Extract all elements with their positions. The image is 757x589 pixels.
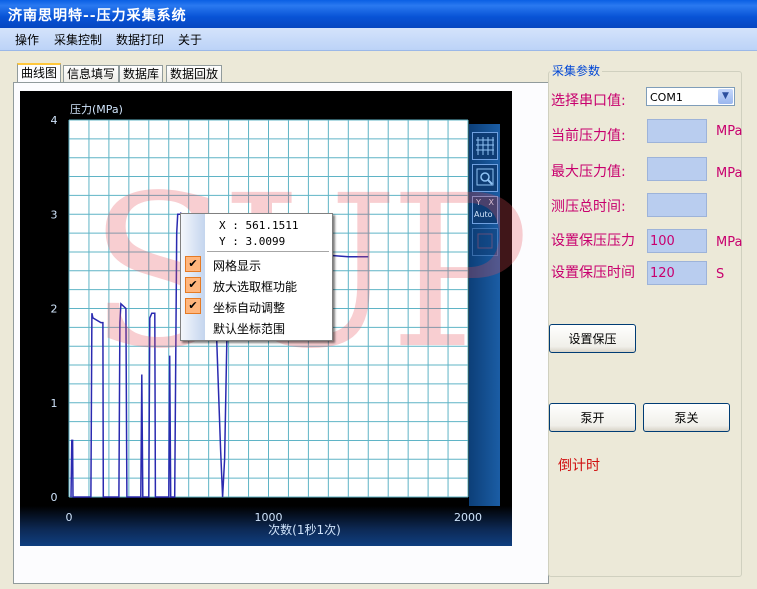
hold-time-field[interactable]: 120 [647,261,707,285]
chart-bottom-band [20,506,512,546]
menu-bar: 操作 采集控制 数据打印 关于 [0,28,757,51]
menu-operate[interactable]: 操作 [15,31,39,48]
menu-item-auto-axis[interactable]: 坐标自动调整 [213,299,285,316]
auto-x-label: X [488,198,494,207]
chart-side-toolbar: Y X Auto [469,124,500,506]
tab-playback[interactable]: 数据回放 [166,65,223,83]
grid-toggle-button[interactable] [472,132,498,160]
zoom-box-button[interactable] [472,164,498,192]
set-hold-button[interactable]: 设置保压 [549,324,636,353]
menu-about[interactable]: 关于 [178,31,202,48]
max-pressure-label: 最大压力值: [551,164,626,180]
hold-pressure-label: 设置保压压力 [551,233,635,249]
tab-info[interactable]: 信息填写 [63,65,120,83]
auto-y-label: Y [476,198,481,207]
chevron-down-icon[interactable]: ▼ [718,89,733,104]
hold-time-label: 设置保压时间 [551,265,635,281]
port-label: 选择串口值: [551,93,626,109]
checkmark-icon: ✔ [185,298,201,314]
menu-item-zoom-box[interactable]: 放大选取框功能 [213,278,297,295]
port-select-value: COM1 [650,91,683,104]
tab-database[interactable]: 数据库 [119,65,164,83]
pump-on-button[interactable]: 泵开 [549,403,636,432]
y-readout: Y : 3.0099 [219,235,286,248]
zoom-icon [476,168,494,186]
menu-item-default-range[interactable]: 默认坐标范围 [213,320,285,337]
total-time-label: 测压总时间: [551,199,626,215]
grid-icon [476,137,494,155]
title-bar: 济南思明特--压力采集系统 [0,0,757,28]
auto-label: Auto [474,210,493,219]
countdown-label: 倒计时 [558,458,600,474]
context-menu-separator [207,251,329,252]
max-pressure-unit: MPa [716,166,743,181]
port-select[interactable]: COM1 ▼ [646,87,735,106]
auto-scale-button[interactable]: Y X Auto [472,196,498,224]
current-pressure-label: 当前压力值: [551,128,626,144]
default-range-icon [477,233,493,249]
x-readout: X : 561.1511 [219,219,299,232]
hold-pressure-field[interactable]: 100 [647,229,707,253]
hold-pressure-unit: MPa [716,235,743,250]
params-group-title: 采集参数 [550,62,603,79]
checkmark-icon: ✔ [185,277,201,293]
menu-item-grid-display[interactable]: 网格显示 [213,257,261,274]
menu-acquisition-control[interactable]: 采集控制 [54,31,102,48]
menu-data-print[interactable]: 数据打印 [116,31,164,48]
hold-time-unit: S [716,267,725,282]
default-range-button[interactable] [472,228,498,256]
tab-curve[interactable]: 曲线图 [17,63,62,84]
window-title: 济南思明特--压力采集系统 [8,8,187,24]
checkmark-icon: ✔ [185,256,201,272]
total-time-field[interactable] [647,193,707,217]
chart-context-menu: X : 561.1511 Y : 3.0099 ✔ 网格显示 ✔ 放大选取框功能… [180,213,333,341]
current-pressure-field[interactable] [647,119,707,143]
max-pressure-field[interactable] [647,157,707,181]
pump-off-button[interactable]: 泵关 [643,403,730,432]
current-pressure-unit: MPa [716,124,743,139]
